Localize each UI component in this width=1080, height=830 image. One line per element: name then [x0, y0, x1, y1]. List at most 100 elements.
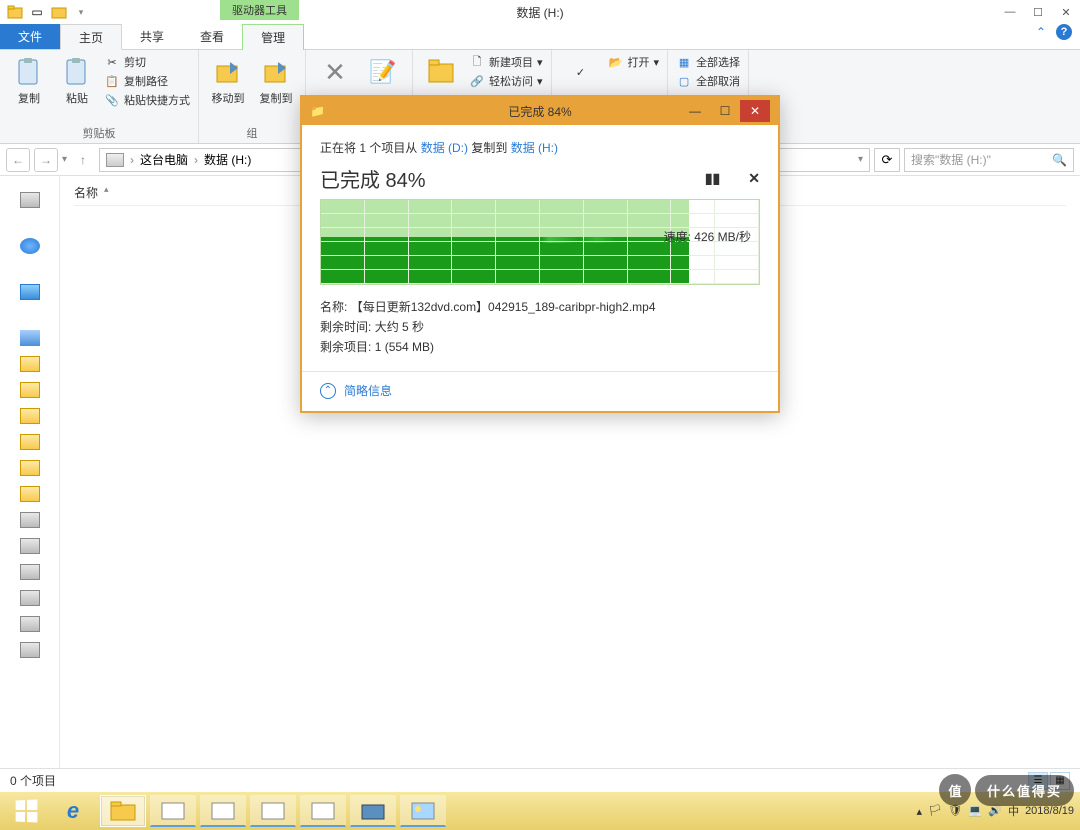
selectall-icon: ▦ [676, 54, 692, 70]
tree-drive[interactable] [20, 616, 40, 632]
view-details-button[interactable]: ☰ [1028, 772, 1048, 790]
col-name[interactable]: 名称 [74, 184, 98, 201]
tray-volume-icon[interactable]: 🔊 [988, 804, 1002, 818]
crumb-this-pc[interactable]: 这台电脑 [140, 151, 188, 168]
paste-shortcut-button[interactable]: 📎粘贴快捷方式 [104, 92, 190, 108]
taskbar-ie[interactable]: e [50, 795, 96, 827]
tray-shield-icon[interactable]: 🛡 [948, 804, 962, 818]
context-tab-label[interactable]: 驱动器工具 [220, 0, 299, 20]
minimize-button[interactable]: ― [996, 1, 1024, 23]
tree-drive[interactable] [20, 590, 40, 606]
tree-drive[interactable] [20, 192, 40, 208]
taskbar-diskinfo[interactable] [350, 795, 396, 827]
start-button[interactable] [4, 792, 48, 830]
tray-ime[interactable]: 中 [1008, 803, 1019, 819]
tray-network-icon[interactable]: 💻 [968, 804, 982, 818]
dialog-minimize-button[interactable]: ― [680, 100, 710, 122]
more-details-toggle[interactable]: ⌃ 简略信息 [320, 382, 760, 399]
dest-link[interactable]: 数据 (H:) [511, 141, 558, 155]
copy-path-button[interactable]: 📋复制路径 [104, 73, 190, 89]
group-organize-label: 组 [207, 123, 297, 141]
back-button[interactable]: ← [6, 148, 30, 172]
tree-thispc[interactable] [20, 330, 40, 346]
tab-view[interactable]: 查看 [182, 24, 242, 49]
delete-button[interactable]: ✕ [314, 54, 356, 90]
tree-folder[interactable] [20, 486, 40, 502]
pause-button[interactable]: ▮▮ [705, 170, 720, 187]
taskbar-app[interactable] [250, 795, 296, 827]
forward-button[interactable]: → [34, 148, 58, 172]
copy-details: 名称: 【每日更新132dvd.com】042915_189-caribpr-h… [320, 297, 760, 357]
easy-access-button[interactable]: 🔗轻松访问 ▾ [469, 73, 543, 89]
tree-drive[interactable] [20, 538, 40, 554]
crumb-location[interactable]: 数据 (H:) [204, 151, 251, 168]
qat-dropdown-icon[interactable]: ▾ [72, 3, 90, 21]
help-icon[interactable]: ? [1056, 24, 1072, 40]
tree-folder[interactable] [20, 382, 40, 398]
sort-indicator-icon: ▴ [104, 184, 109, 201]
taskbar-image[interactable] [400, 795, 446, 827]
address-dropdown-icon[interactable]: ▾ [858, 154, 863, 165]
copy-to-button[interactable]: 复制到 [255, 54, 297, 106]
tray-up-icon[interactable]: ▴ [917, 805, 923, 818]
tray-date[interactable]: 2018/8/19 [1025, 805, 1074, 817]
history-dropdown[interactable]: ▾ [62, 154, 67, 165]
dialog-titlebar[interactable]: 📁 已完成 84% ― ☐ ✕ [302, 97, 778, 125]
delete-icon: ✕ [319, 56, 351, 88]
tree-folder[interactable] [20, 408, 40, 424]
drive-icon [106, 153, 124, 167]
tree-drive[interactable] [20, 512, 40, 528]
search-icon[interactable]: 🔍 [1052, 153, 1067, 167]
dialog-icon: 📁 [310, 104, 325, 118]
tree-folder[interactable] [20, 460, 40, 476]
dialog-maximize-button[interactable]: ☐ [710, 100, 740, 122]
qat-newfolder-icon[interactable] [50, 3, 68, 21]
tree-onedrive[interactable] [20, 238, 40, 254]
app-icon [6, 3, 24, 21]
cut-button[interactable]: ✂剪切 [104, 54, 190, 70]
tree-network[interactable] [20, 284, 40, 300]
select-none-button[interactable]: ▢全部取消 [676, 73, 740, 89]
progress-percent: 已完成 84% [320, 164, 426, 193]
refresh-button[interactable]: ⟳ [874, 148, 900, 172]
move-to-button[interactable]: 移动到 [207, 54, 249, 106]
item-count: 0 个项目 [10, 772, 56, 789]
chevron-icon[interactable]: › [130, 153, 134, 167]
tab-file[interactable]: 文件 [0, 24, 60, 49]
new-item-button[interactable]: 🗋新建项目 ▾ [469, 54, 543, 70]
select-all-button[interactable]: ▦全部选择 [676, 54, 740, 70]
taskbar-app[interactable] [300, 795, 346, 827]
tab-home[interactable]: 主页 [60, 24, 122, 50]
cancel-button[interactable]: ✕ [748, 170, 760, 187]
open-icon: 📂 [608, 54, 624, 70]
taskbar-app[interactable] [200, 795, 246, 827]
open-button[interactable]: 📂打开 ▾ [608, 54, 660, 70]
taskbar-explorer[interactable] [100, 795, 146, 827]
qat-properties-icon[interactable]: ▭ [28, 3, 46, 21]
tray-flag-icon[interactable]: 🏳 [928, 804, 942, 818]
tree-drive[interactable] [20, 642, 40, 658]
ribbon-collapse-icon[interactable]: ⌃ [1036, 25, 1046, 39]
tree-drive[interactable] [20, 564, 40, 580]
source-link[interactable]: 数据 (D:) [421, 141, 468, 155]
tree-folder[interactable] [20, 434, 40, 450]
maximize-button[interactable]: ☐ [1024, 1, 1052, 23]
system-tray[interactable]: ▴ 🏳 🛡 💻 🔊 中 2018/8/19 [917, 803, 1074, 819]
tree-folder[interactable] [20, 356, 40, 372]
copy-button[interactable]: 复制 [8, 54, 50, 106]
view-icons-button[interactable]: ▦ [1050, 772, 1070, 790]
taskbar-app[interactable] [150, 795, 196, 827]
search-input[interactable]: 搜索"数据 (H:)" 🔍 [904, 148, 1074, 172]
rename-icon: 📝 [367, 56, 399, 88]
chevron-icon[interactable]: › [194, 153, 198, 167]
navigation-pane[interactable] [0, 176, 60, 768]
up-button[interactable]: ↑ [71, 148, 95, 172]
properties-button[interactable]: ✓ [560, 54, 602, 90]
rename-button[interactable]: 📝 [362, 54, 404, 90]
close-button[interactable]: ✕ [1052, 1, 1080, 23]
tab-share[interactable]: 共享 [122, 24, 182, 49]
dialog-close-button[interactable]: ✕ [740, 100, 770, 122]
tab-manage[interactable]: 管理 [242, 24, 304, 50]
paste-button[interactable]: 粘贴 [56, 54, 98, 106]
new-folder-button[interactable] [421, 54, 463, 90]
